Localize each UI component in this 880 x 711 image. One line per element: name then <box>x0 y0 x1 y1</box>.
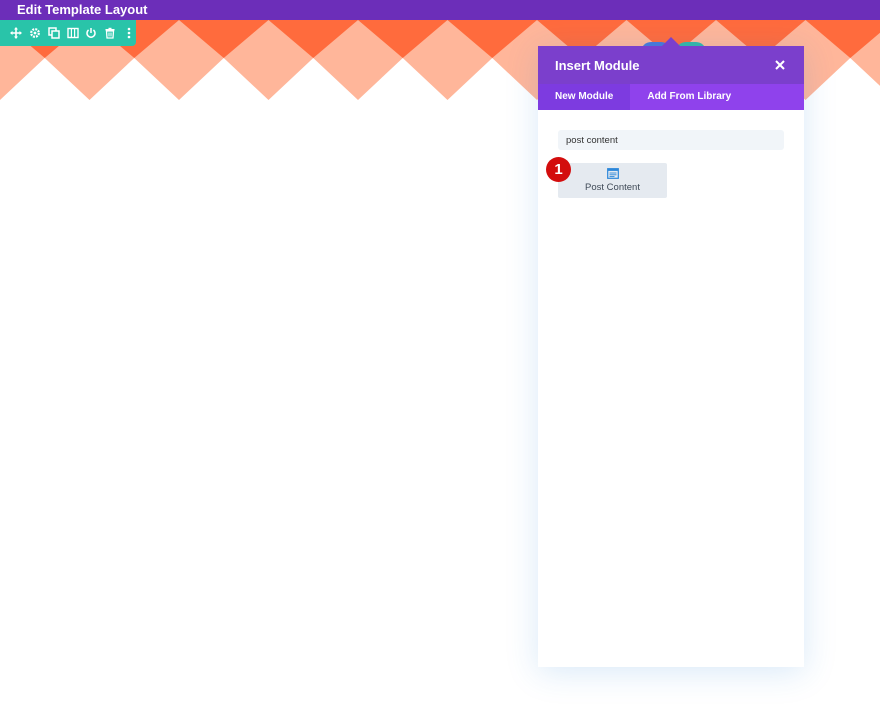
more-icon[interactable] <box>122 26 136 40</box>
module-search-input[interactable] <box>558 130 784 150</box>
modal-header: Insert Module <box>538 46 804 84</box>
modal-caret <box>662 37 680 46</box>
close-icon[interactable] <box>773 58 787 72</box>
trash-icon[interactable] <box>103 26 117 40</box>
module-post-content[interactable]: Post Content <box>558 163 667 198</box>
module-label: Post Content <box>585 182 640 193</box>
page: Edit Template Layout Insert Module New M… <box>0 0 880 711</box>
page-title: Edit Template Layout <box>17 2 148 17</box>
tab-new-module[interactable]: New Module <box>538 84 631 110</box>
tab-add-from-library[interactable]: Add From Library <box>630 84 748 110</box>
post-content-icon <box>606 168 619 179</box>
settings-icon[interactable] <box>28 26 42 40</box>
section-toolbar <box>0 20 136 46</box>
insert-module-modal: Insert Module New Module Add From Librar… <box>538 46 804 667</box>
power-icon[interactable] <box>84 26 98 40</box>
modal-tabs: New Module Add From Library <box>538 84 804 110</box>
move-icon[interactable] <box>9 26 23 40</box>
topbar: Edit Template Layout <box>0 0 880 20</box>
duplicate-icon[interactable] <box>47 26 61 40</box>
modal-title: Insert Module <box>555 57 640 73</box>
step-marker: 1 <box>546 157 571 182</box>
columns-icon[interactable] <box>66 26 80 40</box>
